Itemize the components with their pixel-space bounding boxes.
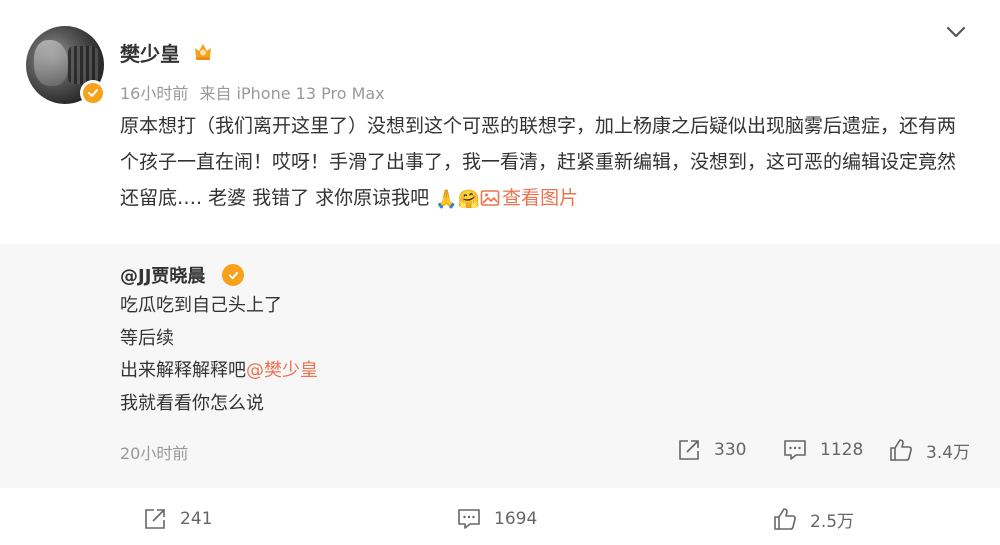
retweet-line-text: 出来解释解释吧 [120,360,246,381]
retweet-box[interactable]: @JJ贾晓晨 吃瓜吃到自己头上了 等后续 出来解释解释吧@樊少皇 我就看看你怎么… [0,244,1000,488]
retweet-content: 吃瓜吃到自己头上了 等后续 出来解释解释吧@樊少皇 我就看看你怎么说 [120,290,318,420]
vip-badge-icon[interactable] [192,40,214,62]
author-name[interactable]: 樊少皇 [120,38,180,67]
repost-count: 241 [180,509,213,529]
chevron-down-icon[interactable] [944,22,968,42]
comment-count: 1128 [820,440,864,460]
retweet-time[interactable]: 20小时前 [120,440,188,464]
picture-icon [480,190,500,206]
retweet-line: 等后续 [120,327,174,349]
mention-link[interactable]: @樊少皇 [246,360,318,381]
folded-hands-emoji: 🙏 [435,189,458,210]
repost-button[interactable]: 241 [142,504,212,534]
comment-icon [458,509,480,529]
repost-count: 330 [714,440,747,460]
like-count: 3.4万 [926,442,971,463]
retweet-line: 出来解释解释吧@樊少皇 [120,355,318,388]
like-icon [890,439,912,461]
like-count: 2.5万 [810,511,855,532]
verified-icon [222,264,244,286]
retweet-comment-button[interactable]: 1128 [782,436,863,464]
retweet-line: 吃瓜吃到自己头上了 [120,295,282,316]
view-pictures-label: 查看图片 [502,187,579,209]
like-icon [774,508,796,530]
comment-count: 1694 [494,509,538,529]
repost-icon [679,440,699,460]
post-time[interactable]: 16小时前 [120,84,188,103]
retweet-author[interactable]: @JJ贾晓晨 [120,262,205,288]
post-content: 原本想打（我们离开这里了）没想到这个可恶的联想字，加上杨康之后疑似出现脑雾后遗症… [120,108,970,218]
comment-icon [784,440,806,460]
weibo-post: 樊少皇 16小时前 来自 iPhone 13 Pro Max 原本想打（我们离开… [0,0,1000,545]
view-pictures-link[interactable]: 查看图片 [480,187,578,209]
post-source: 来自 iPhone 13 Pro Max [199,84,385,103]
like-button[interactable]: 2.5万 [772,504,854,534]
post-meta: 16小时前 来自 iPhone 13 Pro Max [120,80,385,104]
repost-icon [145,509,165,529]
hug-emoji: 🤗 [457,189,481,210]
verified-icon [80,80,106,106]
retweet-line: 我就看看你怎么说 [120,392,264,414]
comment-button[interactable]: 1694 [456,504,537,534]
retweet-like-button[interactable]: 3.4万 [888,436,970,464]
retweet-repost-button[interactable]: 330 [676,436,746,464]
